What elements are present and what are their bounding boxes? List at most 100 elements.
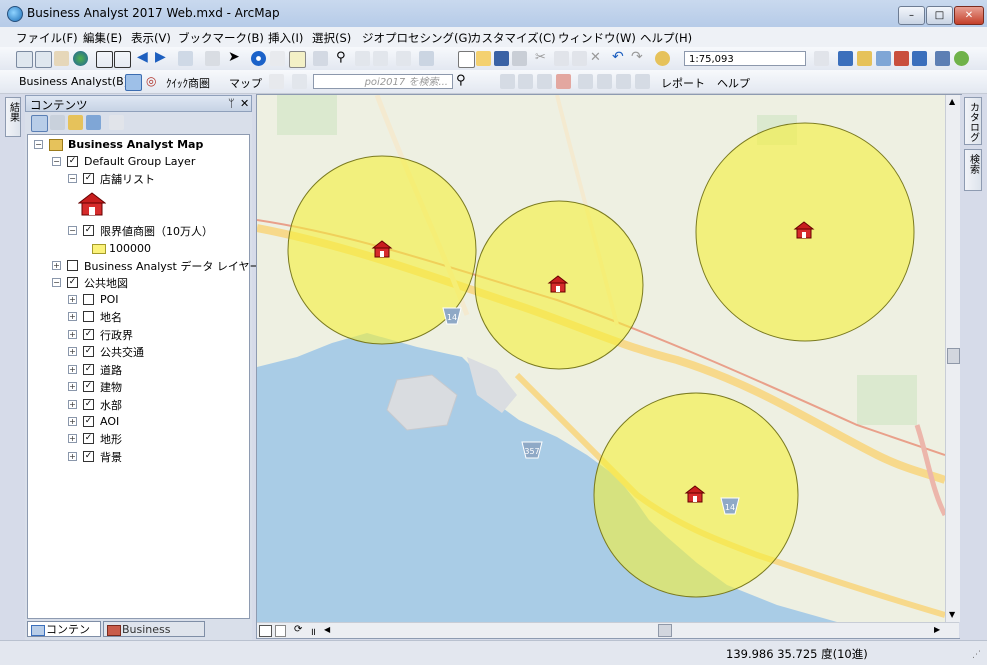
fixed-zoom-in-icon[interactable] [96,51,113,68]
html-popup-icon[interactable] [289,51,306,68]
menu-geoprocessing[interactable]: ジオプロセシング(G) [362,30,472,46]
forward-extent-icon[interactable]: ▶ [155,50,170,66]
report-menu[interactable]: レポート [661,75,705,91]
checkbox-checked-icon[interactable]: ✓ [83,346,94,357]
menu-bookmarks[interactable]: ブックマーク(B) [178,30,264,46]
resize-grip-icon[interactable]: ⋰ [972,650,981,660]
map-horizontal-scrollbar[interactable]: ⟳ ॥ ◀ ▶ [257,622,959,638]
pause-icon[interactable]: ॥ [310,624,316,638]
search-tab[interactable]: 検索 [964,149,982,191]
expand-icon[interactable]: + [68,295,77,304]
checkbox-checked-icon[interactable]: ✓ [83,451,94,462]
menu-file[interactable]: ファイル(F) [16,30,78,46]
expand-icon[interactable]: + [68,434,77,443]
collapse-icon[interactable]: − [52,278,61,287]
toc-close-icon[interactable]: ✕ [240,97,249,110]
maximize-button[interactable]: □ [926,6,953,25]
vertical-scroll-thumb[interactable] [947,348,960,364]
expand-icon[interactable]: + [68,312,77,321]
arctoolbox-icon[interactable] [894,51,909,66]
list-by-selection-icon[interactable] [86,115,101,130]
clear-selection-icon[interactable] [205,51,220,66]
checkbox-checked-icon[interactable]: ✓ [67,277,78,288]
search-icon[interactable]: ⚲ [456,74,471,89]
results-tab[interactable]: 結果 [5,97,21,137]
expand-icon[interactable]: + [68,452,77,461]
expand-icon[interactable]: + [68,400,77,409]
tree-row-limit-area[interactable]: − ✓ 限界値商圏（10万人） [68,223,213,238]
scroll-right-icon[interactable]: ▶ [934,625,940,634]
tree-row-water[interactable]: + ✓ 水部 [68,397,122,412]
search-window-icon[interactable] [876,51,891,66]
go-to-xy-icon[interactable] [373,51,388,66]
list-by-drawing-order-icon[interactable] [31,115,48,132]
tab-contents[interactable]: コンテンツ [27,621,101,651]
menu-window[interactable]: ウィンドウ(W) [558,30,636,46]
scroll-down-icon[interactable]: ▼ [949,610,955,619]
back-extent-icon[interactable]: ◀ [137,50,152,66]
scroll-up-icon[interactable]: ▲ [949,97,955,106]
checkbox-checked-icon[interactable]: ✓ [83,225,94,236]
tree-row-aoi[interactable]: + ✓ AOI [68,414,119,429]
tree-row-roads[interactable]: + ✓ 道路 [68,362,122,377]
report-delete-icon[interactable] [556,74,571,89]
checkbox-checked-icon[interactable]: ✓ [83,399,94,410]
options-icon[interactable] [109,115,124,130]
checkbox-unchecked-icon[interactable] [83,311,94,322]
list-by-source-icon[interactable] [50,115,65,130]
save-icon[interactable] [494,51,509,66]
menu-view[interactable]: 表示(V) [131,30,171,46]
tree-row-place-names[interactable]: + 地名 [68,309,122,324]
checkbox-checked-icon[interactable]: ✓ [83,416,94,427]
time-slider-icon[interactable] [396,51,411,66]
tree-row-poi[interactable]: + POI [68,292,119,307]
collapse-icon[interactable]: − [34,140,43,149]
menu-insert[interactable]: 挿入(I) [268,30,303,46]
help-menu[interactable]: ヘルプ [717,75,750,91]
checkbox-checked-icon[interactable]: ✓ [67,156,78,167]
map-menu[interactable]: マップ [229,75,262,91]
table-icon[interactable] [292,74,307,89]
report-chart-icon[interactable] [537,74,552,89]
infographic-icon[interactable] [578,74,593,89]
checkbox-checked-icon[interactable]: ✓ [83,329,94,340]
business-analyst-menu[interactable]: Business Analyst(B) [19,75,128,88]
checkbox-unchecked-icon[interactable] [67,260,78,271]
tab-business-analyst[interactable]: Business Analyst [103,621,205,651]
data-view-icon[interactable] [275,625,286,637]
pin-icon[interactable]: ᛘ [228,97,235,110]
checkbox-unchecked-icon[interactable] [83,294,94,305]
collapse-icon[interactable]: − [52,157,61,166]
scroll-left-icon[interactable]: ◀ [324,625,330,634]
full-extent-icon[interactable] [73,51,88,66]
extension-icon[interactable] [954,51,969,66]
fixed-zoom-out-icon[interactable] [114,51,131,68]
delete-icon[interactable]: ✕ [590,51,605,66]
python-window-icon[interactable] [912,51,927,66]
expand-icon[interactable]: + [68,330,77,339]
pan-icon[interactable] [54,51,69,66]
layout-view-icon[interactable] [259,625,272,637]
collapse-icon[interactable]: − [68,226,77,235]
map-canvas[interactable]: 14 357 14 [257,95,945,622]
identify-icon[interactable] [251,51,266,66]
report-list-icon[interactable] [500,74,515,89]
quick-area-menu[interactable]: ｸｲｯｸ商圏 [166,75,210,91]
menu-customize[interactable]: カスタマイズ(C) [470,30,556,46]
open-icon[interactable] [476,51,491,66]
refresh-icon[interactable]: ⟳ [294,624,302,635]
tree-row-map[interactable]: − Business Analyst Map [34,137,203,152]
menu-edit[interactable]: 編集(E) [83,30,122,46]
zoom-in-icon[interactable] [16,51,33,68]
expand-icon[interactable]: + [52,261,61,270]
select-elements-icon[interactable]: ➤ [228,50,243,66]
tree-row-default-group[interactable]: − ✓ Default Group Layer [52,154,195,169]
find-icon[interactable]: ⚲ [336,51,351,66]
paste-icon[interactable] [572,51,587,66]
zoom-out-icon[interactable] [35,51,52,68]
checkbox-checked-icon[interactable]: ✓ [83,173,94,184]
catalog-tab[interactable]: カタログ [964,97,982,145]
select-features-icon[interactable] [178,51,193,66]
tree-row-buildings[interactable]: + ✓ 建物 [68,379,122,394]
tree-row-terrain[interactable]: + ✓ 地形 [68,431,122,446]
